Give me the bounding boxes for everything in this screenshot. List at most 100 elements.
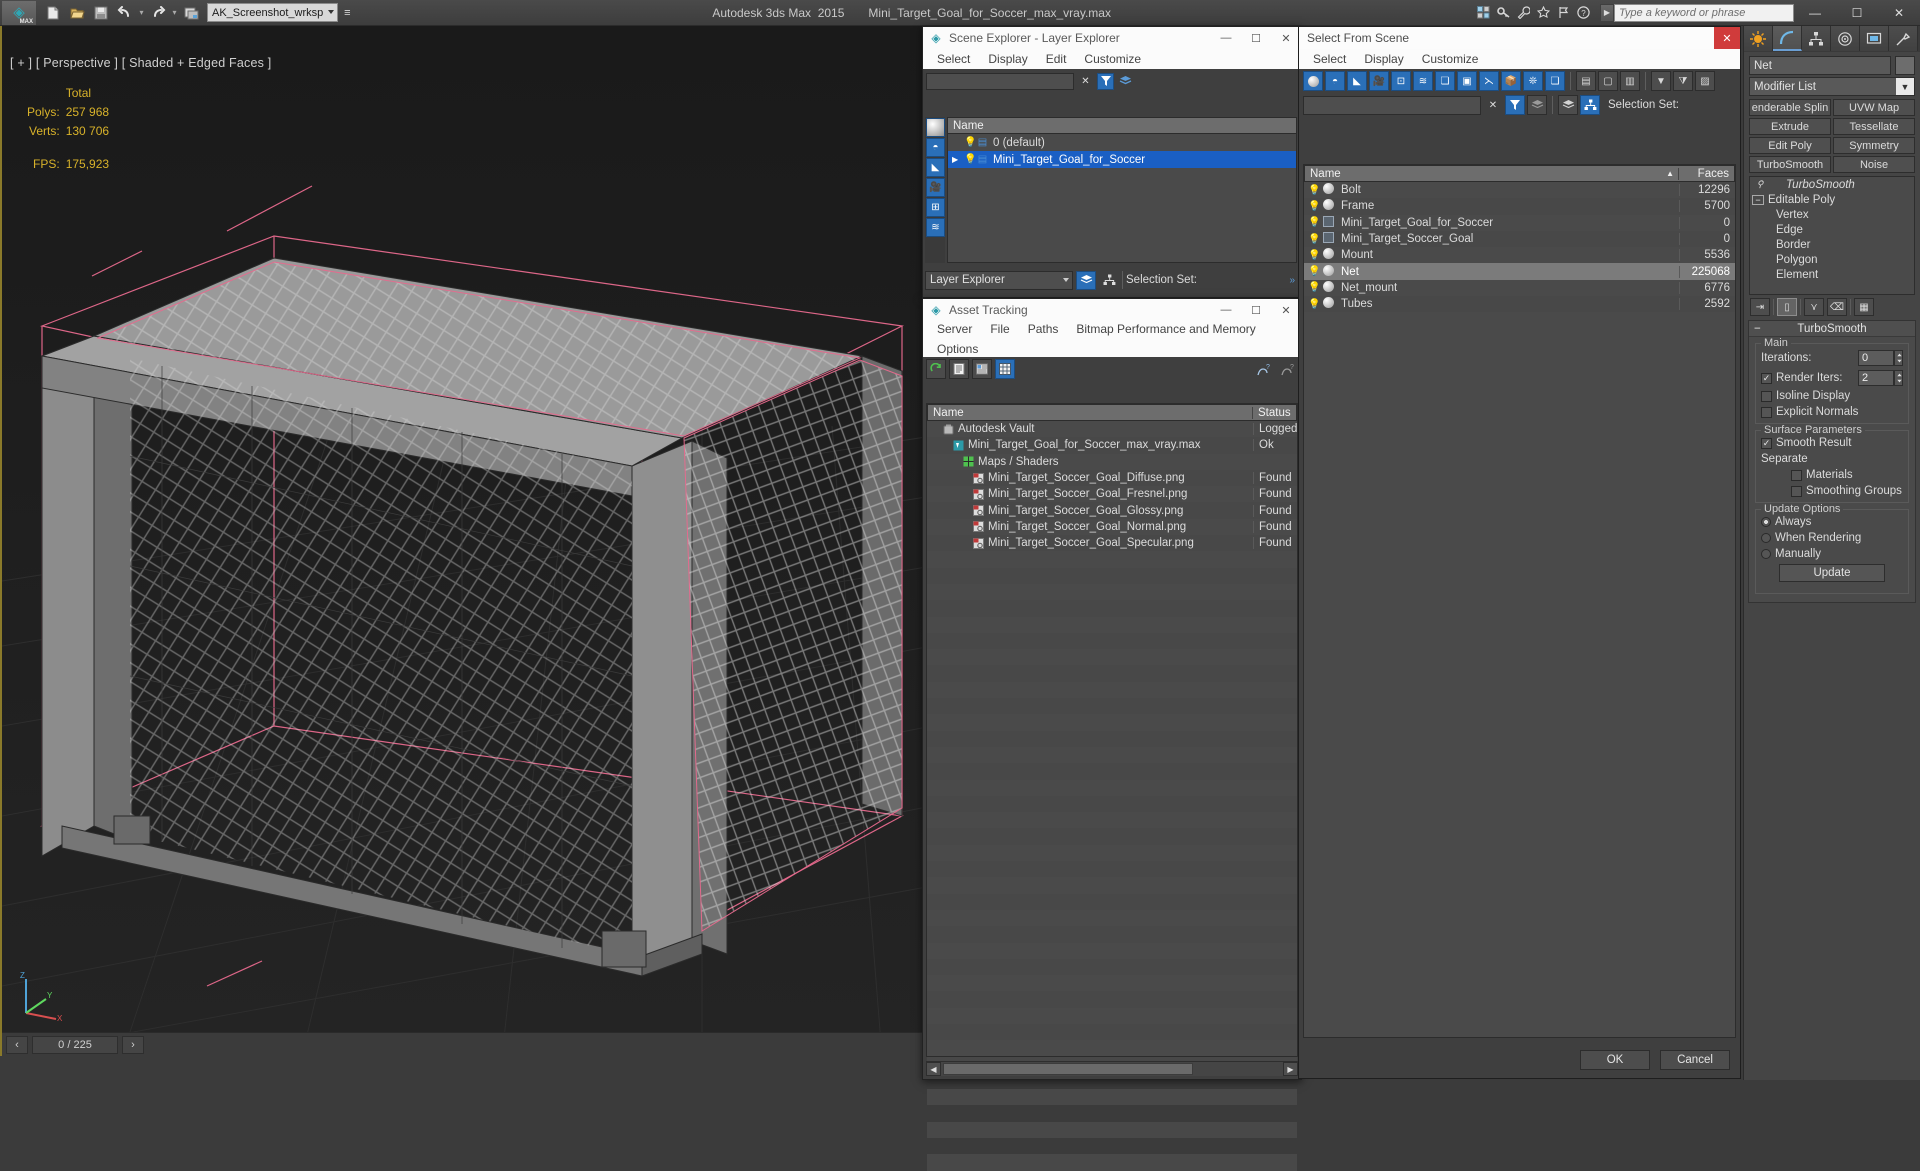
- grid-icon[interactable]: [1475, 4, 1492, 21]
- light-bulb-icon[interactable]: 💡: [1308, 250, 1320, 261]
- hierarchy-tab-icon[interactable]: [1802, 26, 1831, 51]
- menu-file[interactable]: File: [981, 319, 1018, 339]
- asset-row[interactable]: Mini_Target_Soccer_Goal_Specular.pngFoun…: [927, 535, 1297, 551]
- stack-row-element[interactable]: Element: [1750, 267, 1914, 282]
- shapes-filter-icon[interactable]: ◓: [1325, 71, 1345, 91]
- layer-list-header[interactable]: Name: [947, 117, 1297, 134]
- wrench-icon[interactable]: [1515, 4, 1532, 21]
- update-when-rendering-radio[interactable]: [1761, 533, 1771, 543]
- stack-row-border[interactable]: Border: [1750, 237, 1914, 252]
- light-bulb-icon[interactable]: 💡: [964, 154, 976, 165]
- sfs-row[interactable]: 💡Net225068: [1304, 263, 1735, 279]
- sfs-row[interactable]: 💡Mini_Target_Soccer_Goal0: [1304, 231, 1735, 247]
- stack-row-polygon[interactable]: Polygon: [1750, 252, 1914, 267]
- geometry-filter-icon[interactable]: [1303, 71, 1323, 91]
- modifier-button-edit-poly[interactable]: Edit Poly: [1749, 137, 1831, 154]
- layer-row-default[interactable]: 💡 ▤ 0 (default): [948, 134, 1296, 151]
- modifier-button-uvw-map[interactable]: UVW Map: [1833, 99, 1915, 116]
- display-icon[interactable]: ▨: [1695, 71, 1715, 91]
- expand-all-icon[interactable]: ▤: [1576, 71, 1596, 91]
- clear-filter-icon[interactable]: ✕: [1077, 73, 1094, 90]
- modifier-button-tessellate[interactable]: Tessellate: [1833, 118, 1915, 135]
- asset-list[interactable]: Name Status Autodesk VaultLogged Mini_Tar…: [926, 403, 1298, 1057]
- remove-modifier-icon[interactable]: ⌫: [1827, 298, 1847, 316]
- stack-row-turbosmooth[interactable]: ⚲TurboSmooth: [1750, 177, 1914, 192]
- sfs-layer-mode-icon[interactable]: [1558, 95, 1578, 115]
- light-bulb-icon[interactable]: 💡: [1308, 217, 1320, 228]
- redo-button[interactable]: [147, 2, 169, 24]
- undo-dropdown-arrow[interactable]: ▾: [138, 8, 145, 17]
- light-bulb-icon[interactable]: 💡: [964, 137, 976, 148]
- modifier-button-turbosmooth[interactable]: TurboSmooth: [1749, 156, 1831, 173]
- question-icon[interactable]: ?: [1575, 4, 1592, 21]
- create-tab-icon[interactable]: [1744, 26, 1773, 51]
- asset-tracking-titlebar[interactable]: ◈ Asset Tracking — ☐ ✕: [923, 299, 1301, 321]
- turbosmooth-rollout[interactable]: − TurboSmooth Main Iterations: 0 ✓ Rende…: [1748, 320, 1916, 603]
- star-icon[interactable]: [1535, 4, 1552, 21]
- 3dsmax-logo-icon[interactable]: ◈MAX: [2, 1, 36, 25]
- object-color-swatch[interactable]: [1895, 56, 1915, 75]
- key-icon[interactable]: [1495, 4, 1512, 21]
- lights-filter-icon[interactable]: ◣: [926, 158, 945, 177]
- freeze-icon[interactable]: ❏: [1545, 71, 1565, 91]
- cancel-button[interactable]: Cancel: [1660, 1050, 1730, 1070]
- configure-sets-icon[interactable]: ▦: [1854, 298, 1874, 316]
- filter-toggle-icon[interactable]: [1097, 73, 1114, 90]
- light-bulb-icon[interactable]: 💡: [1308, 266, 1320, 277]
- stack-row-vertex[interactable]: Vertex: [1750, 207, 1914, 222]
- update-manually-radio[interactable]: [1761, 549, 1771, 559]
- explorer-mode-dropdown[interactable]: Layer Explorer: [925, 271, 1073, 290]
- smoothing-groups-checkbox[interactable]: [1791, 486, 1802, 497]
- sfs-layers-icon[interactable]: [1527, 95, 1547, 115]
- open-file-button[interactable]: [66, 2, 88, 24]
- asset-row[interactable]: Autodesk VaultLogged: [927, 421, 1297, 437]
- asset-row[interactable]: Mini_Target_Soccer_Goal_Glossy.pngFound: [927, 502, 1297, 518]
- sfs-menu-display[interactable]: Display: [1355, 49, 1412, 69]
- smooth-result-checkbox[interactable]: ✓: [1761, 438, 1772, 449]
- sfs-menu-customize[interactable]: Customize: [1413, 49, 1488, 69]
- light-bulb-icon[interactable]: 💡: [1308, 234, 1320, 245]
- show-end-result-icon[interactable]: ▯: [1777, 298, 1797, 316]
- sfs-menu-select[interactable]: Select: [1304, 49, 1355, 69]
- pin-stack-icon[interactable]: ⇥: [1750, 298, 1770, 316]
- light-bulb-icon[interactable]: 💡: [1308, 282, 1320, 293]
- sfs-search-input[interactable]: [1303, 96, 1481, 115]
- scroll-thumb[interactable]: [943, 1063, 1193, 1075]
- rollout-collapse-icon[interactable]: −: [1754, 323, 1761, 335]
- search-input[interactable]: Type a keyword or phrase: [1614, 4, 1794, 22]
- frame-counter[interactable]: 0 / 225: [32, 1036, 118, 1054]
- asset-tracking-close[interactable]: ✕: [1271, 299, 1301, 321]
- select-from-scene-dialog[interactable]: Select From Scene ✕ Select Display Custo…: [1298, 26, 1741, 1079]
- layer-explorer-close[interactable]: ✕: [1271, 27, 1301, 49]
- utilities-tab-icon[interactable]: [1889, 26, 1918, 51]
- bones-filter-icon[interactable]: ⋋: [1479, 71, 1499, 91]
- next-frame-button[interactable]: ›: [122, 1036, 144, 1054]
- groups-filter-icon[interactable]: ❏: [1435, 71, 1455, 91]
- geometry-filter-icon[interactable]: [926, 118, 945, 137]
- prev-frame-button[interactable]: ‹: [6, 1036, 28, 1054]
- sfs-row[interactable]: 💡Frame5700: [1304, 198, 1735, 214]
- details-icon[interactable]: [972, 359, 992, 379]
- command-panel[interactable]: Net Modifier List ▼ enderable SplinUVW M…: [1743, 26, 1920, 1080]
- containers-filter-icon[interactable]: 📦: [1501, 71, 1521, 91]
- modifier-button-noise[interactable]: Noise: [1833, 156, 1915, 173]
- modify-tab-icon[interactable]: [1773, 26, 1802, 51]
- layer-explorer-window[interactable]: ◈ Scene Explorer - Layer Explorer — ☐ ✕ …: [922, 26, 1302, 298]
- select-from-scene-titlebar[interactable]: Select From Scene ✕: [1299, 27, 1740, 49]
- asset-row[interactable]: Mini_Target_Soccer_Goal_Normal.pngFound: [927, 519, 1297, 535]
- layers-stack-icon[interactable]: [1117, 73, 1134, 90]
- menu-server[interactable]: Server: [928, 319, 981, 339]
- minimize-button[interactable]: —: [1794, 0, 1836, 26]
- sfs-row[interactable]: 💡Mount5536: [1304, 247, 1735, 263]
- update-manually-row[interactable]: Manually: [1761, 548, 1903, 560]
- scroll-left-arrow[interactable]: ◀: [926, 1062, 941, 1076]
- menu-select[interactable]: Select: [928, 49, 979, 69]
- asset-list-header[interactable]: Name Status: [927, 404, 1297, 421]
- workspace-selector[interactable]: AK_Screenshot_wrksp: [207, 3, 338, 22]
- motion-tab-icon[interactable]: [1831, 26, 1860, 51]
- object-name-input[interactable]: Net: [1749, 56, 1891, 75]
- stack-light-icon[interactable]: ⚲: [1752, 179, 1768, 190]
- sfs-clear-icon[interactable]: ✕: [1483, 95, 1503, 115]
- asset-tracking-minimize[interactable]: —: [1211, 299, 1241, 321]
- asset-row[interactable]: Mini_Target_Soccer_Goal_Diffuse.pngFound: [927, 470, 1297, 486]
